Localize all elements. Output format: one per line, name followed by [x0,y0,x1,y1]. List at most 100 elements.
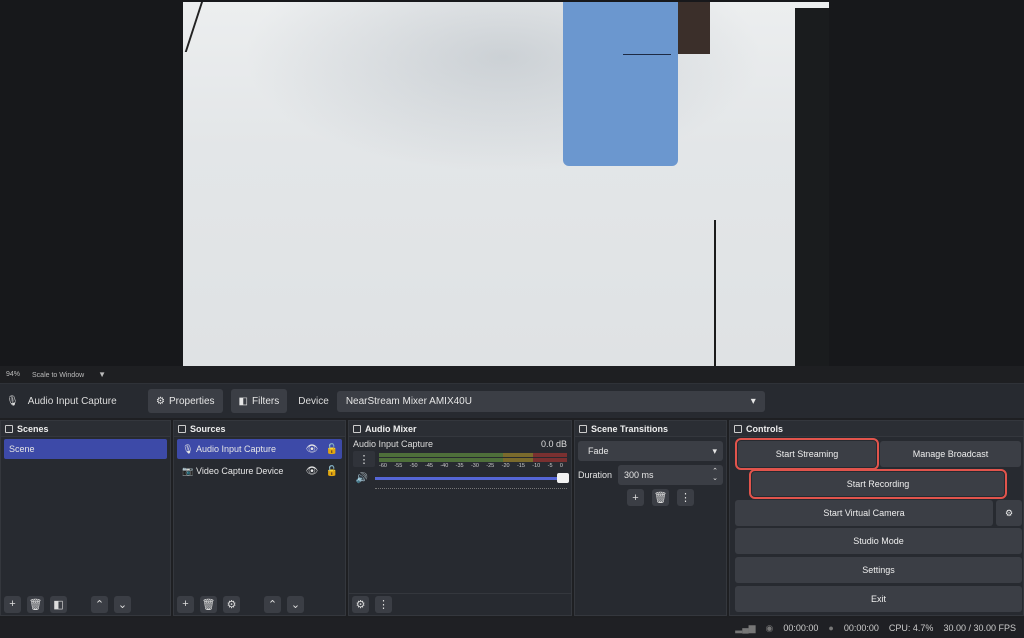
transition-menu-button[interactable]: ⋮ [677,489,694,506]
source-item-label: Audio Input Capture [196,444,277,454]
scenes-title: Scenes [17,423,49,434]
cpu-usage: CPU: 4.7% [888,623,934,633]
status-bar: ▂▄▆ ◉ 00:00:00 ● 00:00:00 CPU: 4.7% 30.0… [0,618,1024,638]
visibility-eye-icon[interactable]: 👁 [302,444,322,455]
mic-icon: 🎙 [6,395,19,407]
scenes-footer: + 🗑 ◧ ⌃ ⌄ [1,593,170,615]
add-scene-button[interactable]: + [4,595,21,613]
volume-slider-row: 🔊 [353,471,569,485]
scene-transitions-dock: Scene Transitions Fade ▾ Duration 300 ms… [574,420,727,616]
transitions-title-bar: Scene Transitions [575,421,726,437]
meter-bar-right [379,458,567,462]
scene-item[interactable]: Scene [4,439,167,459]
dock-icon [579,424,587,433]
device-label: Device [298,395,329,407]
meter-tick-label: -5 [547,463,553,469]
mixer-level: 0.0 dB [540,439,567,449]
start-virtual-camera-button[interactable]: Start Virtual Camera [735,500,993,526]
add-source-button[interactable]: + [177,595,194,613]
properties-label: Properties [168,395,215,407]
scenes-dock: Scenes Scene + 🗑 ◧ ⌃ ⌄ [0,420,171,616]
volume-meter: -60 -55 -50 -45 -40 -35 -30 -25 -20 -15 -10 -5 0 [379,451,567,469]
sources-title-bar: Sources [174,421,345,437]
mixer-menu-dots-button[interactable]: ⋮ [375,596,392,613]
camera-dark-edge [795,8,829,366]
mixer-channel-header: Audio Input Capture 0.0 dB [349,437,571,449]
lock-icon[interactable]: 🔓 [322,466,342,477]
speaker-icon[interactable]: 🔊 [353,473,371,484]
manage-broadcast-button[interactable]: Manage Broadcast [880,441,1021,467]
mixer-menu-button[interactable]: ⋮ [353,451,375,467]
move-source-down-button[interactable]: ⌄ [287,595,304,613]
camera-dark-object [678,2,710,54]
lock-icon[interactable]: 🔓 [322,444,342,455]
studio-mode-button[interactable]: Studio Mode [735,528,1022,554]
transition-value: Fade [588,446,609,456]
virtual-camera-gear-icon[interactable]: ⚙ [996,500,1022,526]
visibility-eye-icon[interactable]: 👁 [302,466,322,477]
transition-select[interactable]: Fade ▾ [578,441,723,461]
meter-tick-label: -50 [409,463,418,469]
meter-tick-label: -25 [486,463,495,469]
source-item-audio-input[interactable]: 🎙 Audio Input Capture 👁 🔓 [177,439,342,459]
start-recording-button[interactable]: Start Recording [749,469,1007,499]
sources-title: Sources [190,423,226,434]
start-streaming-button[interactable]: Start Streaming [735,438,879,470]
selected-source-label: Audio Input Capture [27,395,117,407]
camera-blue-cup [563,2,678,166]
meter-bar-left [379,453,567,457]
filter-icon: ◧ [238,395,248,407]
device-select[interactable]: NearStream Mixer AMIX40U ▾ [336,390,765,412]
volume-slider-thumb[interactable] [557,472,569,483]
source-properties-button[interactable]: ⚙ [223,595,240,613]
duration-label: Duration [578,470,613,480]
chevron-down-icon: ▾ [750,395,756,407]
gear-icon: ⚙ [156,395,165,407]
mixer-channel-name: Audio Input Capture [353,439,434,449]
meter-tick-label: -60 [379,463,387,469]
dock-icon [734,424,742,433]
preview-canvas[interactable] [183,2,829,366]
move-scene-down-button[interactable]: ⌄ [114,595,131,613]
remove-transition-button[interactable]: 🗑 [652,489,669,506]
chevron-down-icon: ▾ [712,445,717,456]
obs-window: 94% Scale to Window ▼ 🎙 Audio Input Captu… [0,0,1024,638]
device-value: NearStream Mixer AMIX40U [345,395,472,407]
record-time: 00:00:00 [843,623,879,633]
scenes-title-bar: Scenes [1,421,170,437]
stream-time: 00:00:00 [783,623,819,633]
move-source-up-button[interactable]: ⌃ [264,595,281,613]
camera-icon: 📷 [182,465,194,476]
dock-icon [178,424,186,433]
meter-tick-label: -40 [440,463,449,469]
meter-tick-label: -15 [516,463,525,469]
selected-source: 🎙 Audio Input Capture [0,396,148,407]
controls-dock: Controls Start Streaming Manage Broadcas… [729,420,1024,616]
advanced-audio-gear-icon[interactable]: ⚙ [352,596,369,613]
settings-button[interactable]: Settings [735,557,1022,583]
filters-button[interactable]: ◧ Filters [230,389,288,413]
audio-mixer-title-bar: Audio Mixer [349,421,571,437]
controls-title: Controls [746,423,783,434]
mixer-footer: ⚙ ⋮ [349,593,571,615]
add-transition-button[interactable]: + [627,489,644,506]
exit-button[interactable]: Exit [735,586,1022,612]
meter-tick-label: -45 [424,463,433,469]
remove-source-button[interactable]: 🗑 [200,595,217,613]
properties-button[interactable]: ⚙ Properties [148,389,223,413]
stepper-icon[interactable]: ⌃ ⌄ [712,468,718,482]
camera-wall-edge [183,2,203,52]
stream-icon: ◉ [765,622,774,633]
meter-tick-label: -10 [532,463,541,469]
move-scene-up-button[interactable]: ⌃ [91,595,108,613]
transition-tools: + 🗑 ⋮ [575,489,726,506]
chevron-down-icon: ▼ [98,369,107,379]
volume-slider[interactable] [375,472,569,483]
meter-tick-label: -20 [501,463,510,469]
source-item-video-capture[interactable]: 📷 Video Capture Device 👁 🔓 [177,461,342,481]
duration-input[interactable]: 300 ms ⌃ ⌄ [618,465,723,485]
volume-scale [375,485,567,489]
scene-filters-button[interactable]: ◧ [50,595,67,613]
scale-mode-select[interactable]: Scale to Window ▼ [32,370,106,379]
remove-scene-button[interactable]: 🗑 [27,595,44,613]
